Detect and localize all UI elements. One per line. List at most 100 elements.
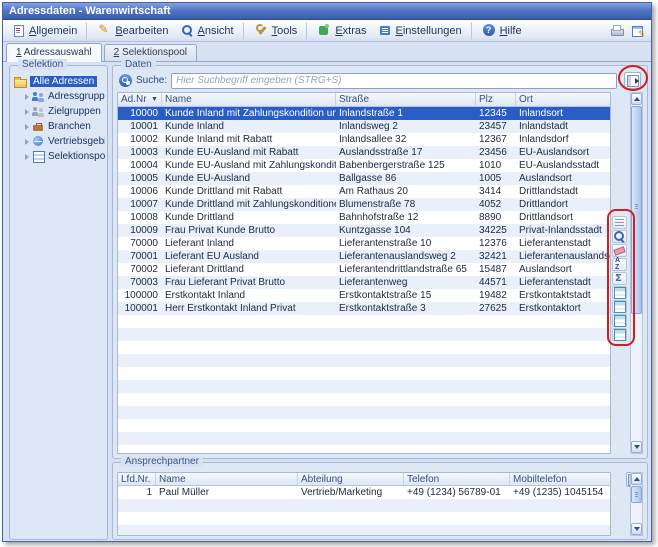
- expand-arrow-icon[interactable]: [25, 139, 29, 145]
- cell-name: Lieferant Inland: [162, 237, 336, 250]
- table-tool-button[interactable]: [612, 286, 627, 299]
- grip-icon: [613, 216, 626, 229]
- sort-indicator-icon[interactable]: ▼: [151, 96, 158, 104]
- vertical-scrollbar[interactable]: [630, 92, 643, 454]
- empty-row: [118, 512, 610, 525]
- address-row[interactable]: 70002 Lieferant Drittland Lieferantendri…: [118, 263, 610, 276]
- scroll-thumb[interactable]: [631, 486, 642, 503]
- menu-item[interactable]: Einstellungen: [373, 22, 472, 40]
- tree-item[interactable]: Selektionspools: [14, 149, 105, 164]
- column-header[interactable]: Ort: [516, 93, 610, 106]
- tree-item-alle-adressen[interactable]: Alle Adressen: [14, 74, 105, 89]
- scroll-up-button[interactable]: [631, 93, 642, 105]
- expand-arrow-icon[interactable]: [25, 94, 29, 100]
- tree-item[interactable]: Adressgruppen: [14, 89, 105, 104]
- empty-row: [118, 419, 610, 432]
- table-tool-button[interactable]: [612, 230, 627, 243]
- scroll-down-button[interactable]: [631, 523, 642, 535]
- case-icon: [32, 120, 45, 133]
- app-window: Adressdaten - Warenwirtschaft Allgemein …: [2, 2, 652, 542]
- menu-item[interactable]: Extras: [312, 22, 372, 40]
- cell-strasse: Inlandsweg 2: [336, 120, 476, 133]
- toolbar-button[interactable]: [628, 22, 646, 40]
- tree-item-label: Zielgruppen: [48, 106, 101, 117]
- table2-icon: [613, 300, 626, 313]
- empty-row: [118, 432, 610, 445]
- column-header[interactable]: Mobiltelefon: [510, 473, 610, 485]
- address-row[interactable]: 10008 Kunde Drittland Bahnhofstraße 12 8…: [118, 211, 610, 224]
- column-header[interactable]: Lfd.Nr.: [118, 473, 156, 485]
- address-row[interactable]: 10003 Kunde EU-Ausland mit Rabatt Auslan…: [118, 146, 610, 159]
- menu-item[interactable]: Allgemein: [6, 22, 87, 40]
- cell-name: Frau Lieferant Privat Brutto: [162, 276, 336, 289]
- sort-az-icon: [613, 258, 626, 271]
- cell-ort: Lieferantenstadt: [516, 237, 610, 250]
- cell-name: Kunde Inland mit Rabatt: [162, 133, 336, 146]
- column-header[interactable]: Straße: [336, 93, 476, 106]
- address-row[interactable]: 10004 Kunde EU-Ausland mit Zahlungskondi…: [118, 159, 610, 172]
- column-header[interactable]: Abteilung: [298, 473, 404, 485]
- table-tool-button[interactable]: [612, 216, 627, 229]
- cell-adnr: 10002: [118, 133, 162, 146]
- menu-item[interactable]: Bearbeiten: [92, 22, 174, 40]
- cell-name: Kunde Inland mit Zahlungskondition und L…: [162, 107, 336, 120]
- address-row[interactable]: 10009 Frau Privat Kunde Brutto Kuntzgass…: [118, 224, 610, 237]
- column-header[interactable]: Plz: [476, 93, 516, 106]
- column-header[interactable]: Name: [156, 473, 298, 485]
- expand-arrow-icon[interactable]: [25, 154, 29, 160]
- tree-item[interactable]: Vertriebsgebiete: [14, 134, 105, 149]
- address-row[interactable]: 10000 Kunde Inland mit Zahlungskondition…: [118, 107, 610, 120]
- table-tool-button[interactable]: [612, 314, 627, 327]
- column-chooser-button[interactable]: [624, 72, 641, 89]
- address-row[interactable]: 70003 Frau Lieferant Privat Brutto Liefe…: [118, 276, 610, 289]
- address-row[interactable]: 10001 Kunde Inland Inlandsweg 2 23457 In…: [118, 120, 610, 133]
- search-input[interactable]: [171, 73, 617, 89]
- tree-item[interactable]: Zielgruppen: [14, 104, 105, 119]
- expand-arrow-icon[interactable]: [25, 109, 29, 115]
- scroll-down-button[interactable]: [631, 441, 642, 453]
- address-row[interactable]: 10006 Kunde Drittland mit Rabatt Am Rath…: [118, 185, 610, 198]
- address-row[interactable]: 10002 Kunde Inland mit Rabatt Inlandsall…: [118, 133, 610, 146]
- tree-item[interactable]: Branchen: [14, 119, 105, 134]
- cell-adnr: 10009: [118, 224, 162, 237]
- table-tool-button[interactable]: [612, 300, 627, 313]
- scroll-track[interactable]: [631, 485, 642, 523]
- vertical-scrollbar[interactable]: [630, 472, 643, 536]
- globe-icon: [32, 135, 45, 148]
- contact-row[interactable]: 1 Paul Müller Vertrieb/Marketing +49 (12…: [118, 486, 610, 499]
- address-row[interactable]: 100000 Erstkontakt Inland Erstkontaktstr…: [118, 289, 610, 302]
- address-row[interactable]: 70000 Lieferant Inland Lieferantenstraße…: [118, 237, 610, 250]
- table-tool-button[interactable]: [612, 244, 627, 257]
- menu-item-label: Einstellungen: [396, 25, 462, 37]
- tree-children: Adressgruppen Zielgruppen Branchen: [14, 89, 105, 164]
- scroll-up-button[interactable]: [631, 473, 642, 485]
- expand-arrow-icon[interactable]: [25, 124, 29, 130]
- menu-item[interactable]: Tools: [249, 22, 308, 40]
- column-header[interactable]: Name: [162, 93, 336, 106]
- tree-item-label: Adressgruppen: [48, 91, 105, 102]
- scroll-thumb[interactable]: [631, 106, 642, 314]
- address-row[interactable]: 70001 Lieferant EU Ausland Lieferantenau…: [118, 250, 610, 263]
- menu-item[interactable]: Ansicht: [175, 22, 244, 40]
- column-header[interactable]: Telefon: [404, 473, 510, 485]
- tab-label: 2 Selektionspool: [114, 47, 187, 58]
- cell-ort: Auslandsort: [516, 263, 610, 276]
- address-row[interactable]: 100001 Herr Erstkontakt Inland Privat Er…: [118, 302, 610, 315]
- toolbar-button[interactable]: [607, 22, 625, 40]
- tab-label: 1 Adressauswahl: [16, 47, 92, 58]
- cell-strasse: Bahnhofstraße 12: [336, 211, 476, 224]
- table-tool-button[interactable]: [612, 272, 627, 285]
- table-tool-button[interactable]: [612, 258, 627, 271]
- cell-adnr: 70000: [118, 237, 162, 250]
- title-bar[interactable]: Adressdaten - Warenwirtschaft: [3, 3, 651, 20]
- selektion-panel: Selektion Alle Adressen Adressgruppen: [9, 65, 108, 540]
- scroll-track[interactable]: [631, 105, 642, 441]
- menu-item[interactable]: Hilfe: [477, 22, 528, 40]
- cell-plz: 3414: [476, 185, 516, 198]
- table-tool-button[interactable]: [612, 328, 627, 341]
- cell-ort: Drittlandstadt: [516, 185, 610, 198]
- address-row[interactable]: 10007 Kunde Drittland mit Zahlungskondit…: [118, 198, 610, 211]
- address-row[interactable]: 10005 Kunde EU-Ausland Ballgasse 86 1005…: [118, 172, 610, 185]
- sliders-icon: [379, 24, 392, 37]
- cell-strasse: Ballgasse 86: [336, 172, 476, 185]
